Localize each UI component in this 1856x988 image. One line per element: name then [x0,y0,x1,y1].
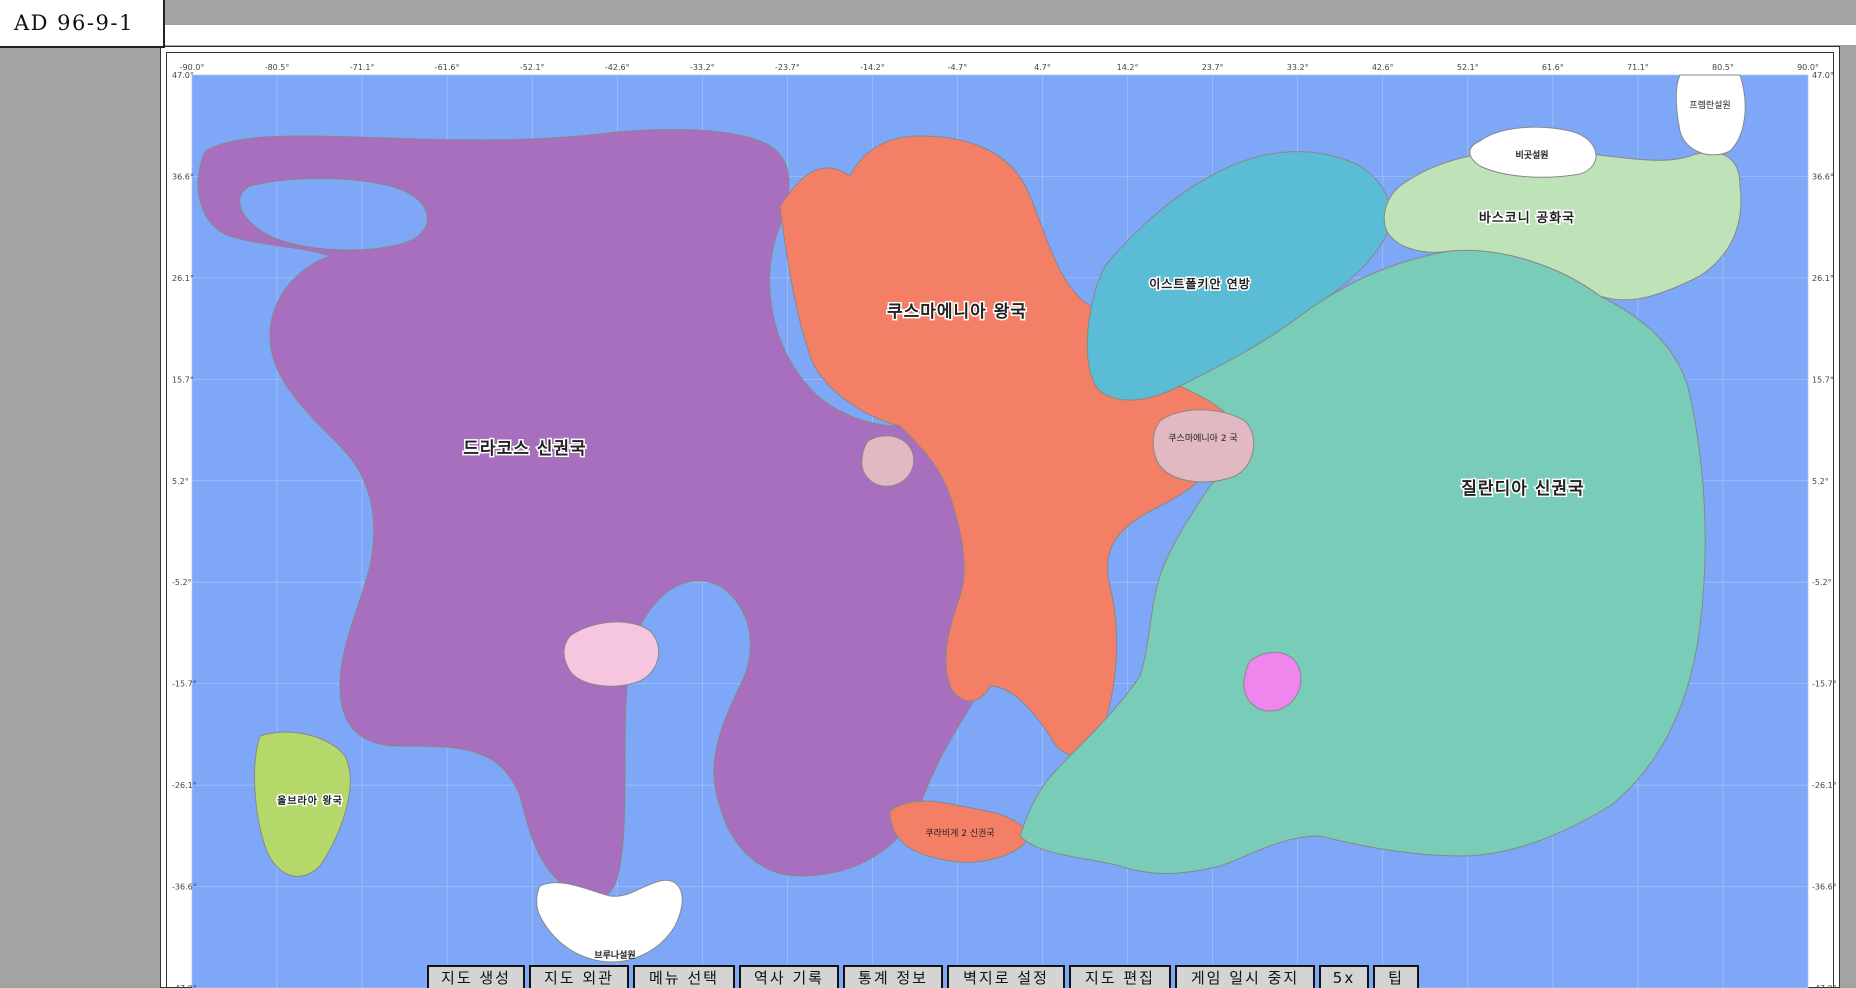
bottom-toolbar: 지도 생성 지도 외관 메뉴 선택 역사 기록 통계 정보 벽지로 설정 지도 편집 게임 일… [427,965,1419,988]
longitude-tick: -4.7° [948,63,968,72]
latitude-tick-right: 5.2° [1812,477,1829,486]
longitude-tick: -52.1° [520,63,545,72]
statistics-button[interactable]: 통계 정보 [843,965,943,988]
nation-label: 질란디아 신권국 [1461,478,1584,499]
latitude-tick-right: -36.6° [1812,883,1837,892]
nation-label: 이스트폴키안 연방 [1149,276,1251,291]
map-generate-button[interactable]: 지도 생성 [427,965,525,988]
latitude-tick-left: 15.7° [172,375,194,384]
latitude-tick-right: 26.1° [1812,274,1834,283]
longitude-tick: -61.6° [435,63,460,72]
map-appearance-button[interactable]: 지도 외관 [529,965,629,988]
world-map[interactable]: -90.0° -80.5° -71.1° -61.6° -52.1° -42.6° -33.… [160,46,1840,988]
nation-label: 드라코스 신권국 [463,439,586,459]
snowfield-northeast [1675,74,1746,156]
latitude-tick-right: 36.6° [1812,172,1834,181]
latitude-tick-left: -15.7° [172,680,197,689]
longitude-tick: 33.2° [1287,63,1309,72]
longitude-tick: -42.6° [605,63,630,72]
latitude-tick-left: -5.2° [172,578,192,587]
latitude-tick-left: 26.1° [172,274,194,283]
date-label: AD 96-9-1 [0,0,165,48]
longitude-tick: -14.2° [860,63,885,72]
longitude-tick: -71.1° [350,63,375,72]
latitude-tick-left: -26.1° [172,781,197,790]
latitude-tick-left: -47.0° [172,984,197,988]
latitude-tick-right: 15.7° [1812,375,1834,384]
longitude-tick: -80.5° [265,63,290,72]
latitude-tick-right: 47.0° [1812,71,1834,80]
south-enclave-label: 쿠라비게 2 신권국 [925,827,994,839]
longitude-tick: -23.7° [775,63,800,72]
snowfield-south-label: 브루나설원 [594,949,635,961]
latitude-tick-right: -47.0° [1812,984,1837,988]
longitude-tick: 4.7° [1034,63,1051,72]
longitude-tick: -33.2° [690,63,715,72]
set-wallpaper-button[interactable]: 벽지로 설정 [947,965,1065,988]
map-edit-button[interactable]: 지도 편집 [1069,965,1171,988]
longitude-tick: 52.1° [1457,63,1479,72]
longitude-tick: 61.6° [1542,63,1564,72]
longitude-tick: 42.6° [1372,63,1394,72]
top-inner-bar [146,25,1856,45]
longitude-tick: 14.2° [1117,63,1139,72]
nation-label: 쿠스마에니아 왕국 [887,302,1027,322]
longitude-tick: 80.5° [1712,63,1734,72]
pause-game-button[interactable]: 게임 일시 중지 [1175,965,1315,988]
enclave-label: 쿠스마에니아 2 국 [1168,433,1237,444]
latitude-tick-right: -26.1° [1812,781,1837,790]
speed-button[interactable]: 5x [1319,965,1369,988]
latitude-tick-left: 36.6° [172,172,194,181]
enclave-pink-east[interactable] [1152,409,1255,483]
enclave-pink-west[interactable] [563,621,660,687]
snowfield-north-label: 비곳설원 [1515,149,1548,161]
longitude-tick: 23.7° [1202,63,1224,72]
latitude-tick-right: -5.2° [1812,578,1832,587]
enclave-pink-center[interactable] [861,435,915,487]
snowfield-ne-label: 프렘란설원 [1689,99,1730,111]
latitude-tick-left: 47.0° [172,71,194,80]
tips-button[interactable]: 팁 [1373,965,1419,988]
left-margin [0,0,146,988]
menu-select-button[interactable]: 메뉴 선택 [633,965,735,988]
latitude-tick-left: 5.2° [172,477,189,486]
nation-label: 바스코니 공화국 [1479,210,1575,226]
nation-label: 올브라아 왕국 [277,794,343,807]
history-record-button[interactable]: 역사 기록 [739,965,839,988]
longitude-tick: 71.1° [1627,63,1649,72]
latitude-tick-left: -36.6° [172,883,197,892]
latitude-tick-right: -15.7° [1812,680,1837,689]
top-strip [0,0,1856,28]
